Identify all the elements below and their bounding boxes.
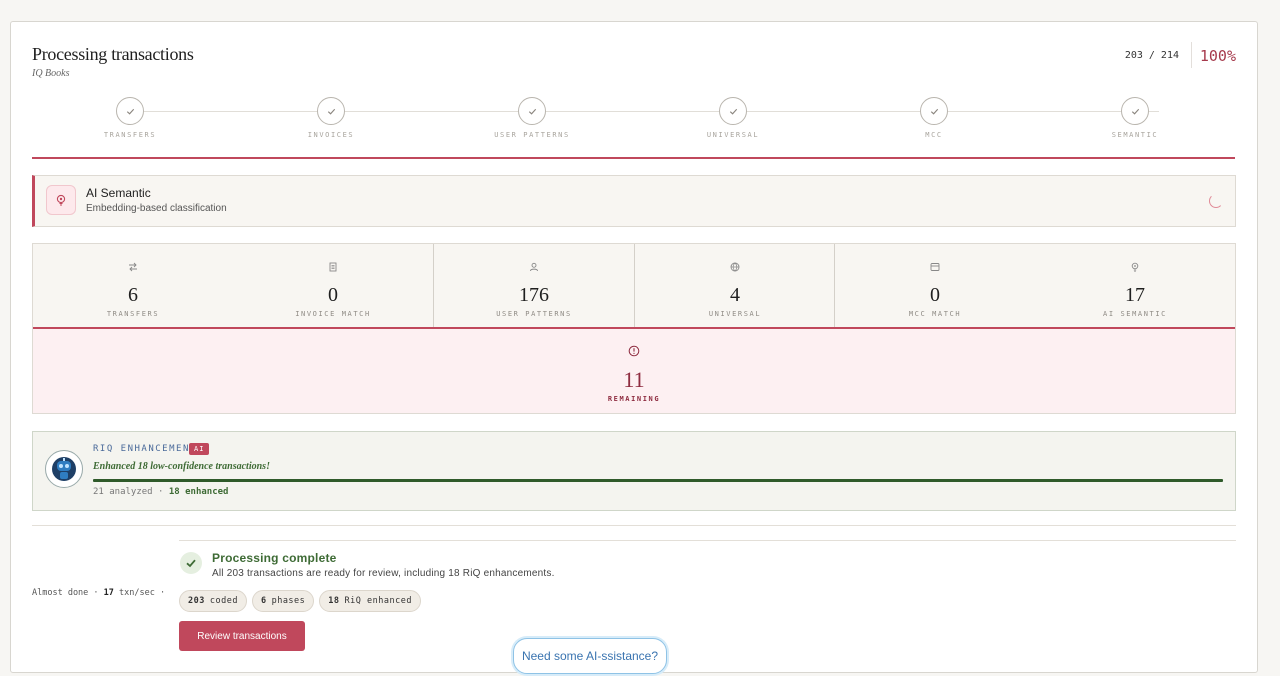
divider: [32, 525, 1236, 526]
summary-chips: 203 coded 6 phases 18 RiQ enhanced: [179, 590, 421, 612]
complete-description: All 203 transactions are ready for revie…: [212, 568, 555, 579]
chip-number: 18: [328, 596, 340, 606]
stat-value: 6: [128, 284, 138, 306]
ai-badge: AI: [189, 443, 210, 455]
bulb-icon: [1130, 259, 1140, 277]
riq-enhanced: 18 enhanced: [168, 487, 229, 497]
divider: [179, 540, 1236, 541]
step-user-patterns: USER PATTERNS: [472, 97, 592, 139]
bulb-icon: [46, 185, 76, 215]
step-label: USER PATTERNS: [494, 131, 570, 139]
stat-value: 176: [519, 284, 549, 306]
card-icon: [930, 259, 940, 277]
check-icon: [317, 97, 345, 125]
stat-value: 17: [1125, 284, 1145, 306]
chip-number: 6: [260, 596, 267, 606]
divider: [1191, 42, 1192, 68]
check-icon: [920, 97, 948, 125]
progress-rule: [32, 157, 1235, 159]
remaining-label: REMAINING: [607, 395, 661, 403]
status-line: Almost done · 17 txn/sec ·: [32, 588, 165, 598]
check-icon: [518, 97, 546, 125]
chip-coded: 203 coded: [179, 590, 247, 612]
riq-progress-bar: [93, 479, 1223, 482]
riq-stats: 21 analyzed · 18 enhanced: [93, 487, 228, 497]
separator-dot: ·: [158, 487, 164, 497]
processing-card: Processing transactions IQ Books 203 / 2…: [10, 21, 1258, 673]
step-label: TRANSFERS: [103, 131, 157, 139]
riq-heading: RIQ ENHANCEMENT: [93, 444, 197, 454]
separator-dot: ·: [160, 588, 166, 598]
progress-percent: 100%: [1199, 47, 1236, 65]
document-icon: [328, 259, 338, 277]
separator-dot: ·: [93, 588, 99, 598]
stat-invoice-match: 0 INVOICE MATCH: [233, 244, 433, 328]
ai-assistance-button[interactable]: Need some AI-ssistance?: [513, 638, 667, 674]
step-label: UNIVERSAL: [706, 131, 760, 139]
loading-spinner-icon: [1209, 194, 1223, 208]
current-phase-panel: AI Semantic Embedding-based classificati…: [32, 175, 1236, 227]
chip-text: coded: [209, 596, 238, 606]
stat-transfers: 6 TRANSFERS: [33, 244, 233, 328]
riq-analyzed: 21 analyzed: [93, 487, 153, 497]
step-label: INVOICES: [307, 131, 355, 139]
stat-value: 4: [730, 284, 740, 306]
chip-number: 203: [188, 596, 205, 606]
step-label: SEMANTIC: [1111, 131, 1159, 139]
chip-text: phases: [271, 596, 306, 606]
check-icon: [116, 97, 144, 125]
step-invoices: INVOICES: [271, 97, 391, 139]
stat-label: TRANSFERS: [106, 310, 160, 318]
phase-description: Embedding-based classification: [86, 203, 227, 214]
stat-label: USER PATTERNS: [496, 310, 572, 318]
stat-value: 0: [328, 284, 338, 306]
phase-stepper: TRANSFERS INVOICES USER PATTERNS UNIVERS…: [31, 95, 1237, 145]
step-label: MCC: [925, 131, 943, 139]
chip-phases: 6 phases: [251, 590, 315, 612]
check-icon: [1121, 97, 1149, 125]
chip-riq-enhanced: 18 RiQ enhanced: [319, 590, 421, 612]
stat-mcc-match: 0 MCC MATCH: [835, 244, 1035, 328]
chip-text: RiQ enhanced: [344, 596, 412, 606]
check-circle-icon: [180, 552, 202, 574]
rate-unit: txn/sec: [119, 588, 155, 598]
complete-title: Processing complete: [212, 551, 337, 565]
globe-icon: [730, 259, 740, 277]
stat-label: AI SEMANTIC: [1103, 310, 1167, 318]
transfer-arrows-icon: [128, 259, 138, 277]
alert-circle-icon: [628, 344, 640, 362]
stat-user-patterns: 176 USER PATTERNS: [434, 244, 634, 328]
riq-enhancement-panel: RIQ ENHANCEMENT AI Enhanced 18 low-confi…: [32, 431, 1236, 511]
stat-ai-semantic: 17 AI SEMANTIC: [1035, 244, 1235, 328]
status-label: Almost done: [32, 588, 89, 598]
phase-title: AI Semantic: [86, 186, 151, 200]
rate-value: 17: [103, 588, 114, 598]
robot-avatar-icon: [45, 450, 83, 488]
stat-label: UNIVERSAL: [708, 310, 762, 318]
stat-label: INVOICE MATCH: [295, 310, 371, 318]
review-transactions-button[interactable]: Review transactions: [179, 621, 305, 651]
stat-label: MCC MATCH: [908, 310, 962, 318]
stat-remaining: 11 REMAINING: [33, 329, 1235, 413]
remaining-value: 11: [623, 367, 645, 392]
step-universal: UNIVERSAL: [673, 97, 793, 139]
step-transfers: TRANSFERS: [70, 97, 190, 139]
step-mcc: MCC: [874, 97, 994, 139]
step-semantic: SEMANTIC: [1075, 97, 1195, 139]
progress-count: 203 / 214: [1124, 50, 1179, 61]
page-title: Processing transactions: [32, 44, 194, 64]
page-subtitle: IQ Books: [32, 68, 70, 79]
riq-message: Enhanced 18 low-confidence transactions!: [93, 461, 270, 472]
stats-panel: 6 TRANSFERS 0 INVOICE MATCH 176 USER PAT…: [32, 243, 1236, 414]
user-icon: [529, 259, 539, 277]
stat-value: 0: [930, 284, 940, 306]
check-icon: [719, 97, 747, 125]
stat-universal: 4 UNIVERSAL: [635, 244, 835, 328]
